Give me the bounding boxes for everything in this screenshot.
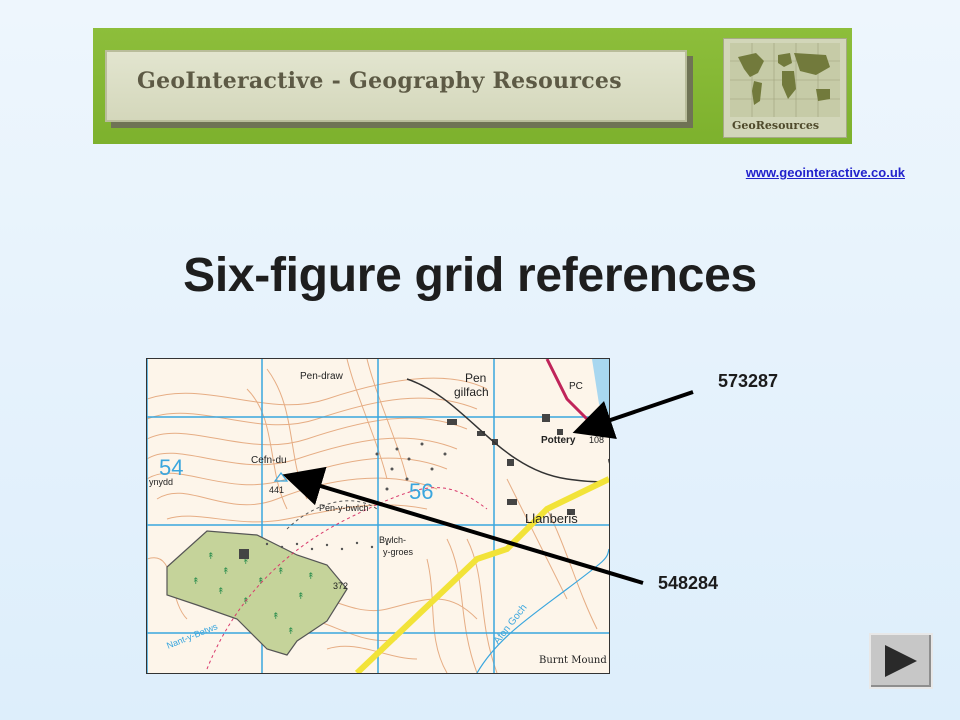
georesources-logo: GeoResources	[723, 38, 847, 138]
place-label: Llanberis	[525, 511, 578, 526]
header-banner: GeoInteractive - Geography Resources Geo…	[93, 28, 852, 144]
next-slide-button[interactable]	[869, 633, 933, 689]
banner-title: GeoInteractive - Geography Resources	[137, 68, 622, 94]
spot-height: 372	[333, 581, 349, 591]
page-title: Six-figure grid references	[183, 249, 757, 302]
os-map-extract: ↟ ↟ ↟ ↟ ↟ ↟ ↟ ↟ ↟ ↟ ↟ ↟ Pen-draw Pen gil…	[146, 358, 610, 674]
place-label: Afon Goch	[491, 602, 530, 647]
place-label: Pen	[465, 371, 487, 385]
place-label: PC	[569, 381, 583, 392]
grid-number: 54	[159, 455, 184, 480]
logo-text: GeoResources	[732, 119, 820, 132]
world-map-icon	[730, 43, 840, 117]
place-label: Pottery	[541, 435, 576, 446]
play-next-icon	[885, 645, 917, 677]
place-label: Nant-y-Betws	[165, 621, 219, 651]
place-label: Pen-y-bwlch	[319, 503, 369, 513]
grid-number: 56	[409, 479, 434, 504]
place-label: Pen-draw	[300, 371, 343, 382]
grid-reference-label-2: 548284	[658, 573, 719, 593]
place-label: Burnt Mound	[539, 655, 607, 666]
place-label: Cefn-du	[251, 455, 287, 466]
place-label: 108	[589, 435, 605, 445]
place-label: gilfach	[454, 385, 489, 399]
place-label: Bwlch-	[379, 535, 407, 545]
spot-height: 441	[269, 485, 285, 495]
grid-reference-label-1: 573287	[718, 371, 779, 391]
place-label: y-groes	[383, 547, 414, 557]
website-link[interactable]: www.geointeractive.co.uk	[746, 165, 905, 180]
